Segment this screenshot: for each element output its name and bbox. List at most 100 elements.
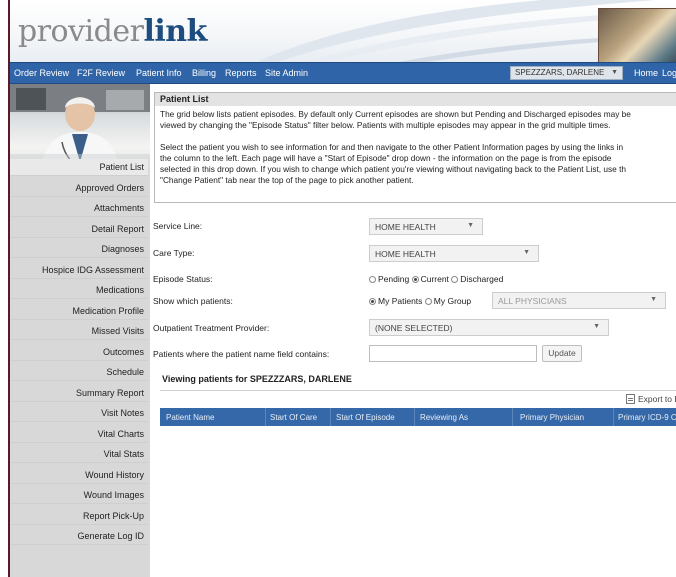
providerlink-logo[interactable]: providerlink xyxy=(18,14,207,49)
update-button[interactable]: Update xyxy=(542,345,582,362)
care-type-label: Care Type: xyxy=(153,248,195,258)
export-icon xyxy=(626,394,635,404)
change-patient-value: SPEZZZARS, DARLENE xyxy=(515,68,605,77)
radio-circle-selected[interactable] xyxy=(411,276,419,283)
sidebar-item-generate-log-id[interactable]: Generate Log ID xyxy=(10,528,148,545)
sidebar-item-summary-report[interactable]: Summary Report xyxy=(10,385,148,402)
radio-circle[interactable] xyxy=(451,276,459,283)
col-patient-name[interactable]: Patient Name xyxy=(166,413,214,422)
nav-f2f-review[interactable]: F2F Review xyxy=(77,68,125,78)
nav-billing[interactable]: Billing xyxy=(192,68,216,78)
service-line-value: HOME HEALTH xyxy=(375,222,436,232)
nav-patient-info[interactable]: Patient Info xyxy=(136,68,182,78)
logo-part-provider: provider xyxy=(18,14,144,49)
chevron-down-icon: ▼ xyxy=(650,296,657,303)
info-line: selected in this drop down. If you wish … xyxy=(160,164,627,174)
outpatient-label: Outpatient Treatment Provider: xyxy=(153,323,270,333)
grid-header: Patient Name Start Of Care Start Of Epis… xyxy=(160,408,676,426)
info-line: viewed by changing the "Episode Status" … xyxy=(160,120,611,130)
radio-my-group-label: My Group xyxy=(433,296,472,306)
nav-logout[interactable]: Log xyxy=(662,68,676,78)
sidebar-item-attachments[interactable]: Attachments xyxy=(10,200,148,217)
sidebar-item-report-pick-up[interactable]: Report Pick-Up xyxy=(10,508,148,525)
sidebar-item-patient-list[interactable]: Patient List xyxy=(10,159,148,176)
radio-pending-label: Pending xyxy=(378,274,410,284)
chevron-down-icon: ▼ xyxy=(611,69,618,76)
sidebar-item-wound-images[interactable]: Wound Images xyxy=(10,487,148,504)
episode-status-label: Episode Status: xyxy=(153,274,213,284)
show-patients-radios: My Patients My Group xyxy=(369,296,471,306)
column-divider xyxy=(265,408,266,426)
radio-discharged[interactable]: Discharged xyxy=(451,274,503,284)
nav-reports[interactable]: Reports xyxy=(225,68,257,78)
outpatient-select[interactable]: (NONE SELECTED) ▼ xyxy=(369,319,609,336)
col-primary-physician[interactable]: Primary Physician xyxy=(520,413,584,422)
name-filter-input[interactable] xyxy=(369,345,537,362)
radio-pending[interactable]: Pending xyxy=(369,274,409,284)
sidebar-item-medications[interactable]: Medications xyxy=(10,282,148,299)
info-line xyxy=(155,131,676,142)
sidebar-item-detail-report[interactable]: Detail Report xyxy=(10,221,148,238)
care-type-select[interactable]: HOME HEALTH ▼ xyxy=(369,245,539,262)
sidebar-item-medication-profile[interactable]: Medication Profile xyxy=(10,303,148,320)
patient-list-info-box: Patient List The grid below lists patien… xyxy=(154,92,676,203)
radio-circle[interactable] xyxy=(424,298,432,305)
radio-my-patients[interactable]: My Patients xyxy=(369,296,422,306)
sidebar-item-wound-history[interactable]: Wound History xyxy=(10,467,148,484)
column-divider xyxy=(512,408,513,426)
column-divider xyxy=(330,408,331,426)
service-line-select[interactable]: HOME HEALTH ▼ xyxy=(369,218,483,235)
sidebar-item-hospice-idg-assessment[interactable]: Hospice IDG Assessment xyxy=(10,262,148,279)
app-frame: providerlink Order Review F2F Review Pat… xyxy=(8,0,676,577)
physicians-value: ALL PHYSICIANS xyxy=(498,296,567,306)
episode-status-radios: Pending Current Discharged xyxy=(369,274,503,284)
info-line: "Change Patient" tab near the top of the… xyxy=(160,175,414,185)
sidebar: Patient List Approved Orders Attachments De… xyxy=(10,84,150,577)
chevron-down-icon: ▼ xyxy=(593,323,600,330)
radio-circle[interactable] xyxy=(369,276,376,283)
radio-my-group[interactable]: My Group xyxy=(424,296,472,306)
sidebar-item-visit-notes[interactable]: Visit Notes xyxy=(10,405,148,422)
header-photo xyxy=(598,8,676,62)
export-to-excel-button[interactable]: Export to Ex xyxy=(626,394,676,404)
col-start-of-episode[interactable]: Start Of Episode xyxy=(336,413,395,422)
col-primary-icd9[interactable]: Primary ICD-9 Co xyxy=(618,413,676,422)
nav-order-review[interactable]: Order Review xyxy=(14,68,69,78)
col-start-of-care[interactable]: Start Of Care xyxy=(270,413,317,422)
sidebar-item-vital-stats[interactable]: Vital Stats xyxy=(10,446,148,463)
change-patient-select[interactable]: SPEZZZARS, DARLENE ▼ xyxy=(510,66,623,80)
service-line-label: Service Line: xyxy=(153,221,203,231)
column-divider xyxy=(613,408,614,426)
main-content: Patient List The grid below lists patien… xyxy=(150,84,676,577)
sidebar-item-diagnoses[interactable]: Diagnoses xyxy=(10,241,148,258)
care-type-value: HOME HEALTH xyxy=(375,249,436,259)
info-title: Patient List xyxy=(155,93,676,106)
sidebar-item-outcomes[interactable]: Outcomes xyxy=(10,344,148,361)
grid-toolbar xyxy=(160,390,676,409)
column-divider xyxy=(414,408,415,426)
sidebar-item-vital-charts[interactable]: Vital Charts xyxy=(10,426,148,443)
radio-current-label: Current xyxy=(420,274,449,284)
radio-current[interactable]: Current xyxy=(411,274,449,284)
info-line: the column to the left. Each page will h… xyxy=(160,153,612,163)
outpatient-value: (NONE SELECTED) xyxy=(375,323,453,333)
nav-site-admin[interactable]: Site Admin xyxy=(265,68,308,78)
name-filter-label: Patients where the patient name field co… xyxy=(153,349,330,359)
export-label: Export to Ex xyxy=(638,394,676,404)
sidebar-item-approved-orders[interactable]: Approved Orders xyxy=(10,180,148,197)
viewing-patients-heading: Viewing patients for SPEZZZARS, DARLENE xyxy=(162,374,352,384)
sidebar-item-missed-visits[interactable]: Missed Visits xyxy=(10,323,148,340)
show-patients-label: Show which patients: xyxy=(153,296,233,306)
main-nav: Order Review F2F Review Patient Info Bil… xyxy=(10,62,676,84)
info-line: Select the patient you wish to see infor… xyxy=(160,142,624,152)
nav-home[interactable]: Home xyxy=(634,68,658,78)
radio-circle-selected[interactable] xyxy=(369,298,376,305)
info-line: The grid below lists patient episodes. B… xyxy=(160,109,631,119)
chevron-down-icon: ▼ xyxy=(523,249,530,256)
sidebar-item-schedule[interactable]: Schedule xyxy=(10,364,148,381)
radio-discharged-label: Discharged xyxy=(460,274,504,284)
physicians-select[interactable]: ALL PHYSICIANS ▼ xyxy=(492,292,666,309)
radio-my-patients-label: My Patients xyxy=(378,296,423,306)
logo-part-link: link xyxy=(143,14,207,49)
col-reviewing-as[interactable]: Reviewing As xyxy=(420,413,468,422)
